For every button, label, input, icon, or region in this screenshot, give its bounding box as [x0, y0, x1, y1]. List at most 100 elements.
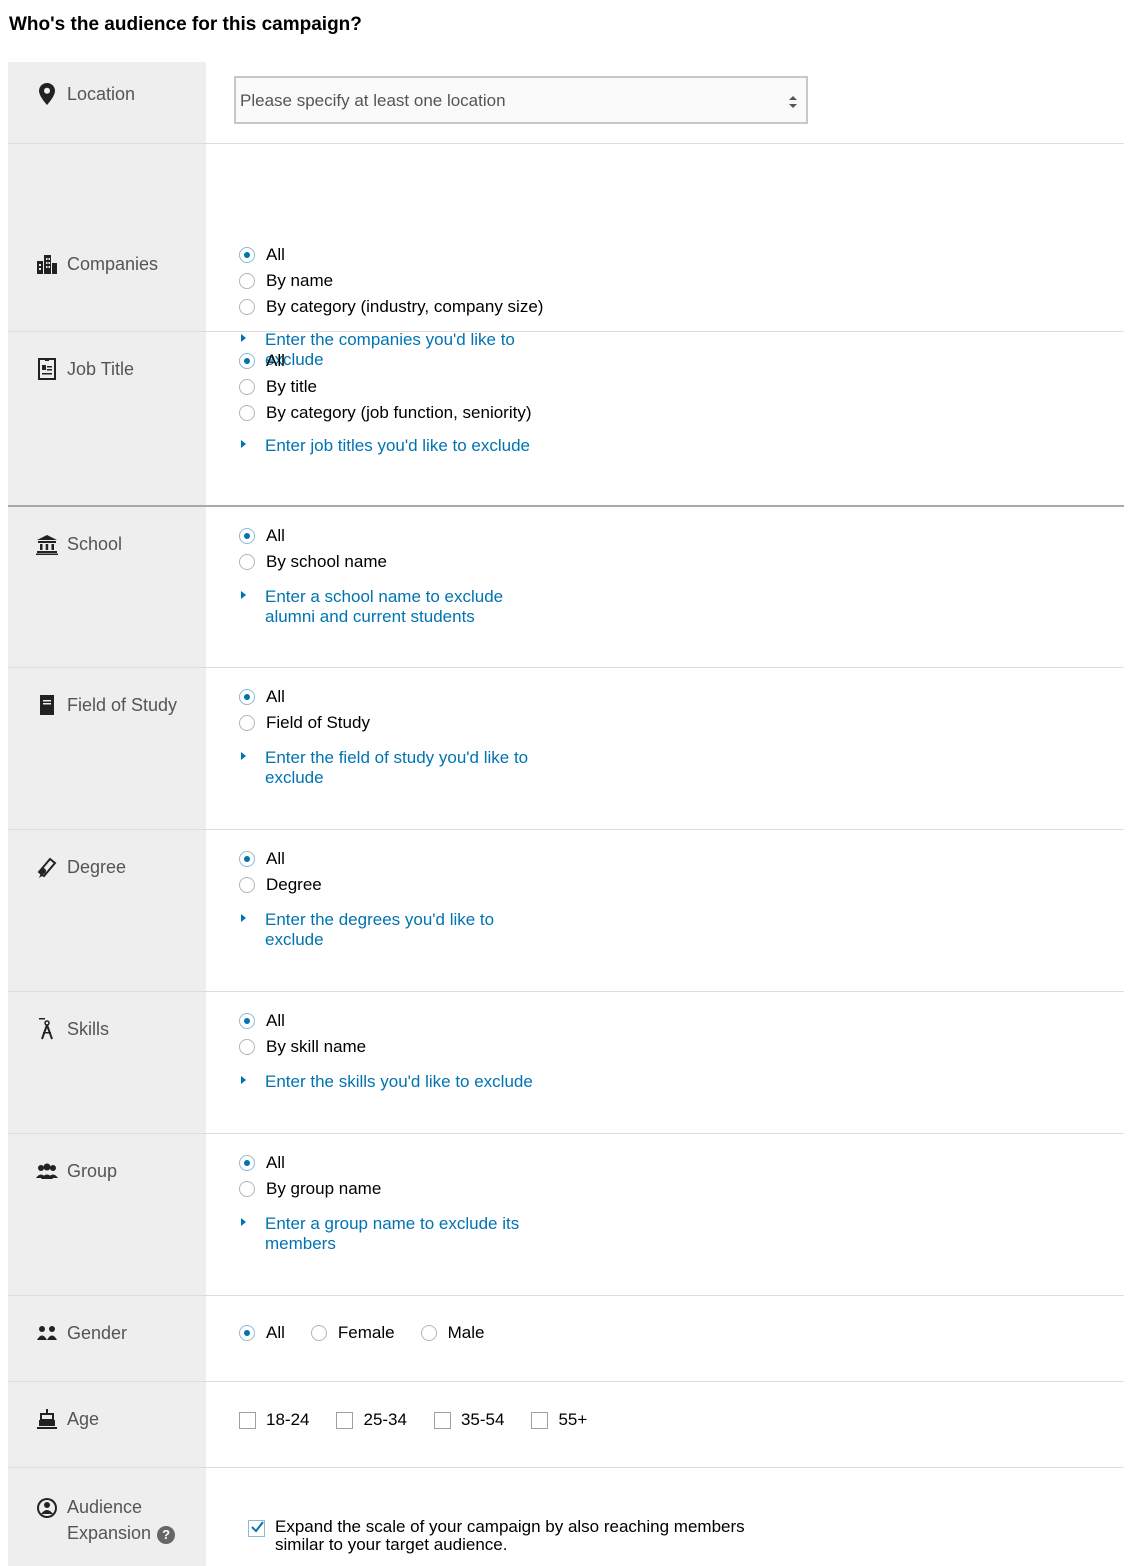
age-options: 18-24 25-34 35-54 55+ — [239, 1407, 601, 1433]
location-row: Location Please specify at least one loc… — [8, 62, 1124, 144]
companies-option-all[interactable]: All — [239, 242, 565, 268]
skills-options: All By skill name Enter the skills you'd… — [239, 1008, 595, 1092]
job-title-row: Job Title All By title By category (job … — [8, 332, 1124, 507]
radio-by-name[interactable] — [239, 273, 255, 289]
job-title-options: All By title By category (job function, … — [239, 348, 595, 456]
radio-by-group-name[interactable] — [239, 1181, 255, 1197]
caret-right-icon — [241, 1218, 246, 1226]
diploma-icon — [36, 856, 58, 878]
radio-male[interactable] — [420, 1325, 437, 1341]
field-of-study-exclude-link[interactable]: Enter the field of study you'd like to e… — [239, 748, 565, 788]
radio-by-school-name[interactable] — [239, 554, 255, 570]
age-option-55-plus[interactable]: 55+ — [531, 1407, 587, 1433]
companies-label: Companies — [36, 253, 158, 275]
gender-options: All Female Male — [239, 1320, 498, 1346]
age-label: Age — [36, 1408, 99, 1430]
degree-options: All Degree Enter the degrees you'd like … — [239, 846, 525, 950]
job-title-exclude-link[interactable]: Enter job titles you'd like to exclude — [239, 436, 595, 456]
group-label: Group — [36, 1160, 117, 1182]
age-option-18-24[interactable]: 18-24 — [239, 1407, 309, 1433]
degree-exclude-link[interactable]: Enter the degrees you'd like to exclude — [239, 910, 525, 950]
companies-option-by-name[interactable]: By name — [239, 268, 565, 294]
skills-exclude-link[interactable]: Enter the skills you'd like to exclude — [239, 1072, 595, 1092]
audience-expansion-label-line2: Expansion — [67, 1523, 152, 1543]
radio-field-of-study[interactable] — [239, 715, 255, 731]
gender-label: Gender — [36, 1322, 127, 1344]
location-select[interactable]: Please specify at least one location — [234, 76, 808, 124]
map-pin-icon — [36, 83, 58, 105]
audience-expansion-option[interactable]: Expand the scale of your campaign by als… — [248, 1518, 785, 1554]
radio-by-skill-name[interactable] — [239, 1039, 255, 1055]
school-exclude-link[interactable]: Enter a school name to exclude alumni an… — [239, 587, 525, 627]
gender-option-male[interactable]: Male — [420, 1320, 484, 1346]
location-label: Location — [36, 83, 135, 105]
skills-label: Skills — [36, 1018, 109, 1040]
group-exclude-link[interactable]: Enter a group name to exclude its member… — [239, 1214, 555, 1254]
caret-right-icon — [241, 591, 246, 599]
job-title-label: Job Title — [36, 358, 134, 380]
job-title-option-by-category[interactable]: By category (job function, seniority) — [239, 400, 595, 426]
radio-degree[interactable] — [239, 877, 255, 893]
radio-female[interactable] — [310, 1325, 327, 1341]
radio-by-category[interactable] — [239, 299, 255, 315]
degree-option-all[interactable]: All — [239, 846, 525, 872]
compass-tool-icon — [36, 1018, 58, 1040]
caret-right-icon — [241, 440, 246, 448]
radio-all[interactable] — [239, 1155, 255, 1171]
book-icon — [36, 694, 58, 716]
radio-all[interactable] — [239, 1325, 255, 1341]
school-building-icon — [36, 533, 58, 555]
degree-option-degree[interactable]: Degree — [239, 872, 525, 898]
person-circle-icon — [36, 1497, 58, 1519]
radio-all[interactable] — [239, 247, 255, 263]
school-option-all[interactable]: All — [239, 523, 525, 549]
radio-all[interactable] — [239, 353, 255, 369]
school-option-by-name[interactable]: By school name — [239, 549, 525, 575]
page-title: Who's the audience for this campaign? — [9, 14, 362, 35]
field-option-all[interactable]: All — [239, 684, 565, 710]
checkmark-icon — [251, 1521, 264, 1533]
skills-option-all[interactable]: All — [239, 1008, 595, 1034]
job-title-option-all[interactable]: All — [239, 348, 595, 374]
group-option-all[interactable]: All — [239, 1150, 555, 1176]
degree-label: Degree — [36, 856, 126, 878]
select-arrows-icon — [789, 96, 797, 108]
school-label: School — [36, 533, 122, 555]
group-option-by-name[interactable]: By group name — [239, 1176, 555, 1202]
radio-by-category[interactable] — [239, 405, 255, 421]
checkbox-25-34[interactable] — [336, 1411, 354, 1429]
radio-all[interactable] — [239, 1013, 255, 1029]
job-title-option-by-title[interactable]: By title — [239, 374, 595, 400]
help-icon[interactable]: ? — [157, 1526, 176, 1544]
radio-by-title[interactable] — [239, 379, 255, 395]
field-of-study-row: Field of Study All Field of Study Enter … — [8, 668, 1124, 830]
age-option-25-34[interactable]: 25-34 — [336, 1407, 407, 1433]
audience-expansion-row: Audience Expansion? Expand the scale of … — [8, 1468, 1124, 1566]
radio-all[interactable] — [239, 851, 255, 867]
field-of-study-label: Field of Study — [36, 694, 177, 716]
skills-row: Skills All By skill name Enter the skill… — [8, 992, 1124, 1134]
expand-scale-checkbox[interactable] — [248, 1520, 265, 1537]
caret-right-icon — [241, 752, 246, 760]
group-options: All By group name Enter a group name to … — [239, 1150, 555, 1254]
checkbox-18-24[interactable] — [239, 1411, 256, 1429]
location-placeholder: Please specify at least one location — [240, 91, 506, 110]
radio-all[interactable] — [239, 528, 255, 544]
field-option-field-of-study[interactable]: Field of Study — [239, 710, 565, 736]
buildings-icon — [36, 253, 58, 275]
skills-option-by-name[interactable]: By skill name — [239, 1034, 595, 1060]
school-row: School All By school name Enter a school… — [8, 507, 1124, 668]
checkbox-55-plus[interactable] — [531, 1411, 549, 1429]
caret-right-icon — [241, 914, 246, 922]
expand-scale-text: Expand the scale of your campaign by als… — [275, 1517, 745, 1554]
cake-icon — [36, 1408, 58, 1430]
gender-option-all[interactable]: All — [239, 1320, 285, 1346]
gender-option-female[interactable]: Female — [310, 1320, 395, 1346]
checkbox-35-54[interactable] — [433, 1411, 451, 1429]
age-row: Age 18-24 25-34 35-54 55+ — [8, 1382, 1124, 1468]
radio-all[interactable] — [239, 689, 255, 705]
gender-people-icon — [36, 1322, 58, 1344]
audience-targeting-table: Location Please specify at least one loc… — [8, 62, 1124, 1566]
age-option-35-54[interactable]: 35-54 — [433, 1407, 504, 1433]
companies-option-by-category[interactable]: By category (industry, company size) — [239, 294, 565, 320]
